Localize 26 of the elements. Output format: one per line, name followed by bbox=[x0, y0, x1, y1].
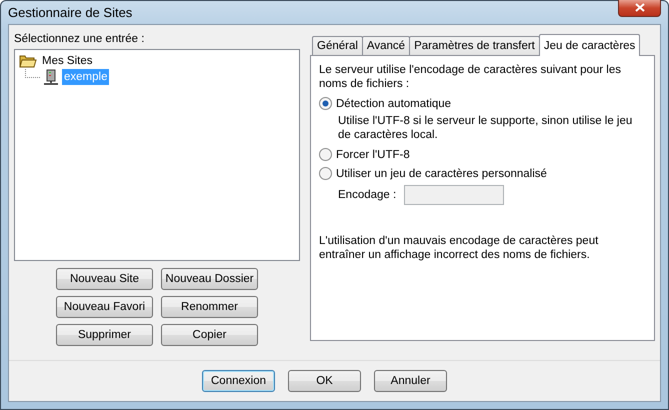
tree-item[interactable]: Mes Sites bbox=[40, 53, 94, 69]
close-button[interactable] bbox=[618, 0, 661, 16]
tab[interactable]: Jeu de caractères bbox=[538, 34, 640, 56]
dialog-button[interactable]: Connexion bbox=[202, 370, 275, 392]
site-action-button[interactable]: Nouveau Site bbox=[56, 268, 153, 290]
site-action-button[interactable]: Nouveau Dossier bbox=[161, 268, 258, 290]
dialog-button[interactable]: Annuler bbox=[374, 370, 447, 392]
tab[interactable]: Paramètres de transfert bbox=[409, 36, 540, 55]
option-description: Utilise l'UTF-8 si le serveur le supporte, sinon utilise le jeu de caractères local. bbox=[338, 114, 634, 142]
site-action-button[interactable]: Renommer bbox=[161, 296, 258, 318]
site-action-button[interactable]: Supprimer bbox=[56, 324, 153, 346]
site-action-button[interactable]: Copier bbox=[161, 324, 258, 346]
tab[interactable]: Général bbox=[312, 36, 363, 55]
charset-option[interactable]: Forcer l'UTF-8 bbox=[319, 148, 646, 161]
tree-label: Sélectionnez une entrée : bbox=[14, 33, 146, 45]
site-action-button[interactable]: Nouveau Favori bbox=[56, 296, 153, 318]
charset-option[interactable]: Détection automatique bbox=[319, 97, 646, 110]
tab[interactable]: Avancé bbox=[362, 36, 410, 55]
charset-option[interactable]: Utiliser un jeu de caractères personnalisé bbox=[319, 167, 646, 180]
dialog-button[interactable]: OK bbox=[288, 370, 361, 392]
close-icon bbox=[634, 3, 644, 12]
window-title: Gestionnaire de Sites bbox=[8, 5, 132, 20]
encoding-label: Encodage : bbox=[338, 189, 396, 201]
server-icon bbox=[43, 69, 59, 85]
warning-text: L'utilisation d'un mauvais encodage de caractères peut entraîner un affichage incorrect des noms de fichiers. bbox=[319, 234, 600, 262]
intro-text: Le serveur utilise l'encodage de caractères suivant pour les noms de fichiers : bbox=[319, 63, 622, 91]
